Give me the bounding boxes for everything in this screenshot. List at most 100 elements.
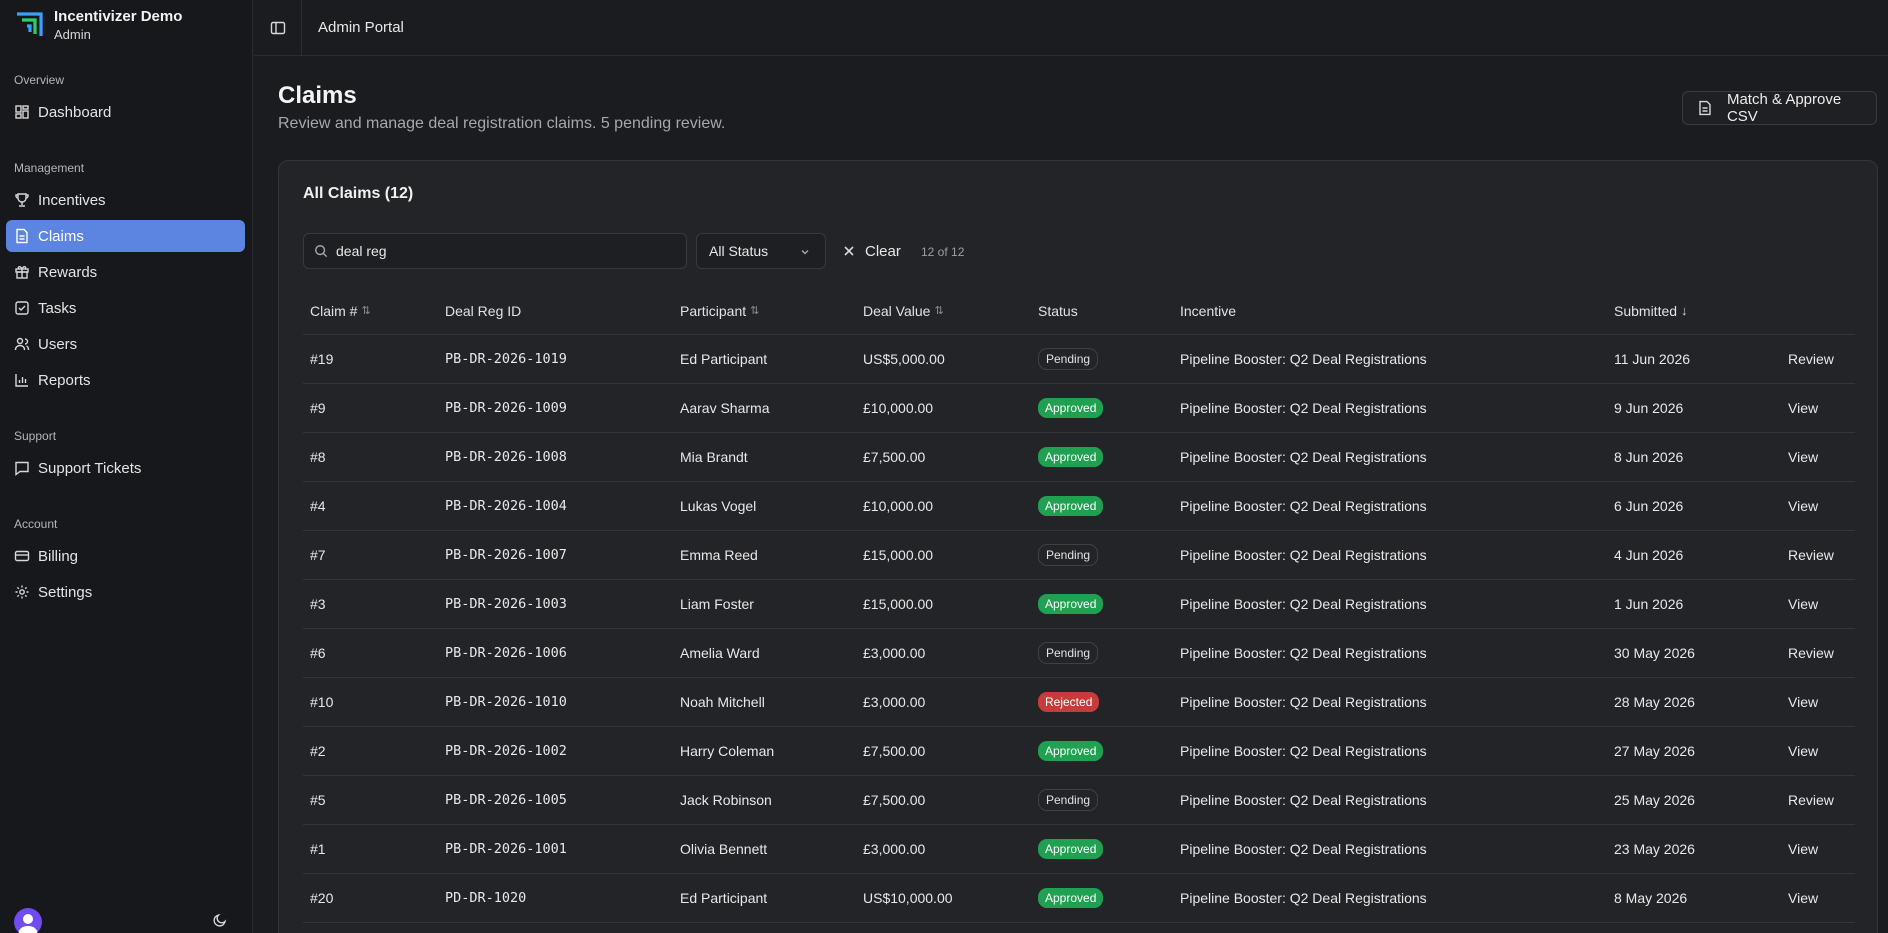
- group-label-overview: Overview: [14, 73, 65, 87]
- view-link[interactable]: View: [1788, 727, 1818, 775]
- deal-reg-id: PB-DR-2026-1001: [445, 841, 567, 857]
- incentive-name: Pipeline Booster: Q2 Deal Registrations: [1180, 694, 1427, 710]
- status-cell: Approved: [1038, 384, 1104, 432]
- deal-value: £7,500.00: [863, 792, 926, 808]
- participant-name: Aarav Sharma: [680, 400, 770, 416]
- sidebar-item-incentives[interactable]: Incentives: [6, 184, 245, 216]
- review-link[interactable]: Review: [1788, 776, 1834, 824]
- deal-value: £7,500.00: [863, 743, 926, 759]
- view-link[interactable]: View: [1788, 874, 1818, 922]
- deal-reg-id: PB-DR-2026-1009: [445, 400, 567, 416]
- table-row[interactable]: #20 PD-DR-1020 Ed Participant US$10,000.00 A…: [303, 874, 1855, 923]
- claim-number: #2: [310, 743, 326, 759]
- table-row[interactable]: #19 PB-DR-2026-1019 Ed Participant US$5,000…: [303, 335, 1855, 384]
- sidebar-item-claims[interactable]: Claims: [6, 220, 245, 252]
- table-row[interactable]: #9 PB-DR-2026-1009 Aarav Sharma £10,000.00 A…: [303, 384, 1855, 433]
- view-link[interactable]: View: [1788, 678, 1818, 726]
- incentive-name: Pipeline Booster: Q2 Deal Registrations: [1180, 841, 1427, 857]
- deal-value: £10,000.00: [863, 498, 934, 514]
- table-row[interactable]: #4 PB-DR-2026-1004 Lukas Vogel £10,000.00 Ap…: [303, 482, 1855, 531]
- brand[interactable]: Incentivizer Demo Admin: [14, 8, 182, 42]
- status-badge: Pending: [1038, 348, 1099, 370]
- incentive-name: Pipeline Booster: Q2 Deal Registrations: [1180, 449, 1427, 465]
- status-badge: Approved: [1038, 839, 1104, 859]
- group-label-management: Management: [14, 161, 85, 175]
- view-link[interactable]: View: [1788, 384, 1818, 432]
- deal-value: £15,000.00: [863, 596, 934, 612]
- column-header-participant[interactable]: Participant ⇅: [680, 287, 759, 334]
- match-approve-csv-button[interactable]: Match & Approve CSV: [1682, 91, 1877, 125]
- deal-value: £3,000.00: [863, 645, 926, 661]
- message-icon: [14, 460, 30, 476]
- sort-icon: ⇅: [750, 305, 760, 317]
- participant-name: Harry Coleman: [680, 743, 775, 759]
- submitted-date: 28 May 2026: [1614, 694, 1695, 710]
- sidebar-item-support-tickets[interactable]: Support Tickets: [6, 452, 245, 484]
- clear-filters-button[interactable]: Clear: [843, 233, 901, 269]
- deal-value: £10,000.00: [863, 400, 934, 416]
- claims-table: Claim # ⇅ Deal Reg ID Participant ⇅ Deal V…: [303, 287, 1855, 923]
- status-cell: Approved: [1038, 874, 1104, 922]
- sidebar-item-reports[interactable]: Reports: [6, 364, 245, 396]
- review-link[interactable]: Review: [1788, 531, 1834, 579]
- sidebar-item-dashboard[interactable]: Dashboard: [6, 96, 245, 128]
- status-badge: Approved: [1038, 888, 1104, 908]
- sidebar-item-label: Support Tickets: [38, 459, 142, 477]
- deal-reg-id: PB-DR-2026-1005: [445, 792, 567, 808]
- dashboard-icon: [14, 104, 30, 120]
- review-link[interactable]: Review: [1788, 335, 1834, 383]
- status-cell: Approved: [1038, 825, 1104, 873]
- table-row[interactable]: #10 PB-DR-2026-1010 Noah Mitchell £3,000.00…: [303, 678, 1855, 727]
- incentive-name: Pipeline Booster: Q2 Deal Registrations: [1180, 645, 1427, 661]
- claim-number: #4: [310, 498, 326, 514]
- status-cell: Approved: [1038, 727, 1104, 775]
- sidebar-item-rewards[interactable]: Rewards: [6, 256, 245, 288]
- search-field[interactable]: [303, 233, 687, 269]
- column-header-deal-value[interactable]: Deal Value ⇅: [863, 287, 944, 334]
- search-input[interactable]: [336, 243, 676, 259]
- deal-reg-id: PB-DR-2026-1007: [445, 547, 567, 563]
- status-cell: Pending: [1038, 335, 1099, 383]
- sidebar-item-label: Settings: [38, 583, 93, 601]
- submitted-date: 8 May 2026: [1614, 890, 1688, 906]
- submitted-date: 27 May 2026: [1614, 743, 1695, 759]
- sidebar-toggle-button[interactable]: [254, 0, 302, 56]
- view-link[interactable]: View: [1788, 482, 1818, 530]
- table-row[interactable]: #8 PB-DR-2026-1008 Mia Brandt £7,500.00 Appr…: [303, 433, 1855, 482]
- sidebar-item-label: Tasks: [38, 299, 77, 317]
- avatar[interactable]: [14, 908, 42, 933]
- table-row[interactable]: #7 PB-DR-2026-1007 Emma Reed £15,000.00 Pend…: [303, 531, 1855, 580]
- bar-chart-icon: [14, 372, 30, 388]
- sidebar-item-settings[interactable]: Settings: [6, 576, 245, 608]
- review-link[interactable]: Review: [1788, 629, 1834, 677]
- claim-number: #3: [310, 596, 326, 612]
- table-row[interactable]: #1 PB-DR-2026-1001 Olivia Bennett £3,000.00…: [303, 825, 1855, 874]
- table-row[interactable]: #5 PB-DR-2026-1005 Jack Robinson £7,500.00 P…: [303, 776, 1855, 825]
- deal-reg-id: PB-DR-2026-1003: [445, 596, 567, 612]
- participant-name: Lukas Vogel: [680, 498, 757, 514]
- sidebar-item-tasks[interactable]: Tasks: [6, 292, 245, 324]
- column-header-claim[interactable]: Claim # ⇅: [310, 287, 371, 334]
- status-filter-select[interactable]: All Status: [696, 233, 826, 269]
- sidebar-item-billing[interactable]: Billing: [6, 540, 245, 572]
- participant-name: Olivia Bennett: [680, 841, 768, 857]
- column-header-submitted[interactable]: Submitted ↓: [1614, 287, 1688, 334]
- table-row[interactable]: #6 PB-DR-2026-1006 Amelia Ward £3,000.00 Pen…: [303, 629, 1855, 678]
- table-row[interactable]: #2 PB-DR-2026-1002 Harry Coleman £7,500.00 A…: [303, 727, 1855, 776]
- moon-icon[interactable]: [212, 912, 228, 928]
- sort-icon: ⇅: [361, 305, 371, 317]
- table-row[interactable]: #3 PB-DR-2026-1003 Liam Foster £15,000.00 Ap…: [303, 580, 1855, 629]
- incentive-name: Pipeline Booster: Q2 Deal Registrations: [1180, 547, 1427, 563]
- participant-name: Emma Reed: [680, 547, 758, 563]
- file-icon: [14, 228, 30, 244]
- page-subtitle: Review and manage deal registration clai…: [278, 115, 726, 132]
- sidebar-item-users[interactable]: Users: [6, 328, 245, 360]
- status-cell: Pending: [1038, 776, 1099, 824]
- status-badge: Approved: [1038, 594, 1104, 614]
- deal-reg-id: PD-DR-1020: [445, 890, 527, 906]
- view-link[interactable]: View: [1788, 825, 1818, 873]
- view-link[interactable]: View: [1788, 433, 1818, 481]
- match-approve-csv-label: Match & Approve CSV: [1726, 91, 1842, 125]
- app-logo-icon: [17, 12, 43, 36]
- view-link[interactable]: View: [1788, 580, 1818, 628]
